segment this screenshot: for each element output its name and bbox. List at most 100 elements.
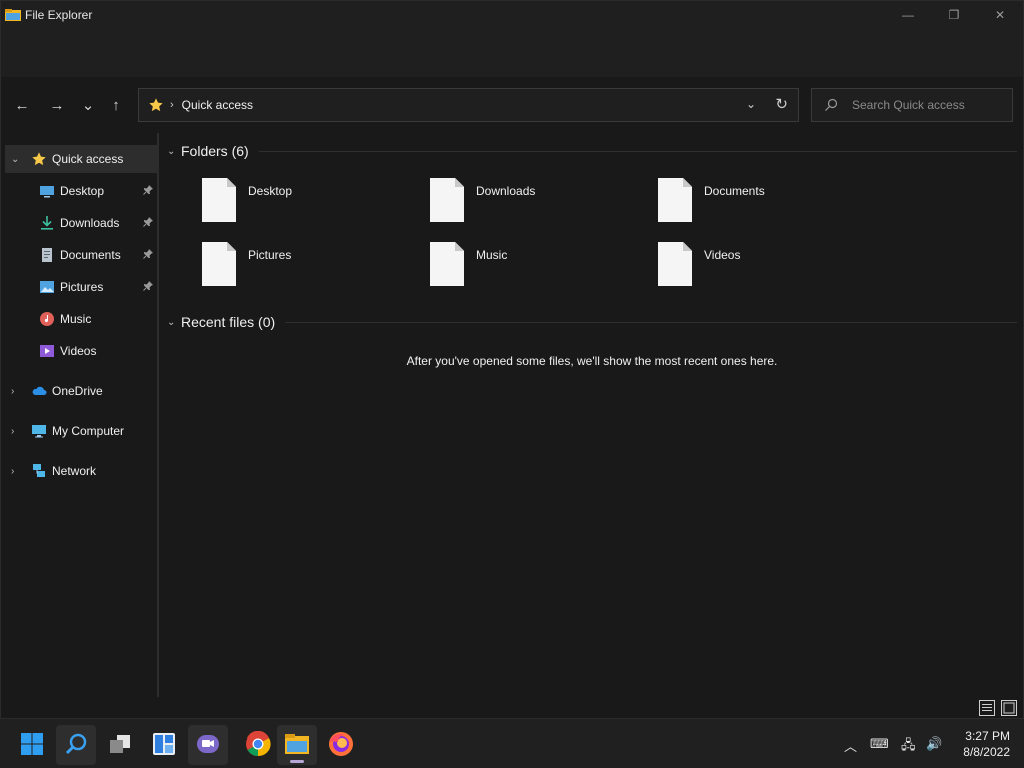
- title-bar[interactable]: File Explorer — ❐ ✕: [1, 1, 1023, 29]
- sidebar-item-label: Pictures: [60, 280, 104, 294]
- chat-button[interactable]: [188, 725, 228, 765]
- sidebar-item-label: Downloads: [60, 216, 120, 230]
- minimize-button[interactable]: —: [885, 1, 931, 29]
- clock-time: 3:27 PM: [965, 729, 1010, 743]
- recent-empty-message: After you've opened some files, we'll sh…: [406, 354, 778, 368]
- sidebar-item-onedrive[interactable]: › OneDrive: [5, 377, 157, 405]
- taskbar-search-button[interactable]: [56, 725, 96, 765]
- file-explorer-button[interactable]: [277, 725, 317, 765]
- expand-chevron-icon[interactable]: ›: [11, 386, 14, 397]
- section-divider: [258, 150, 1017, 152]
- content-pane: ⌄ Folders (6) Desktop Downloads Document…: [161, 133, 1023, 697]
- recent-section-header[interactable]: ⌄ Recent files (0): [167, 314, 1017, 330]
- chat-icon: [196, 732, 220, 759]
- sidebar-item-desktop[interactable]: Desktop: [5, 177, 157, 205]
- file-explorer-icon: [5, 8, 21, 22]
- chrome-icon: [245, 730, 271, 760]
- network-status-icon[interactable]: 🖧: [901, 736, 916, 758]
- active-app-indicator: [290, 760, 304, 763]
- folders-section-header[interactable]: ⌄ Folders (6): [167, 143, 1017, 159]
- pictures-icon: [39, 279, 55, 295]
- search-box[interactable]: [811, 88, 1013, 122]
- breadcrumb-quick-access[interactable]: Quick access: [182, 98, 253, 112]
- folder-icon: [202, 242, 236, 286]
- pin-icon[interactable]: [143, 280, 153, 294]
- taskbar: ︿ ⌨ 🖧 🔊 3:27 PM 8/8/2022: [0, 718, 1024, 768]
- folder-desktop[interactable]: Desktop: [202, 178, 402, 226]
- network-icon: [31, 463, 47, 479]
- star-icon: [31, 151, 47, 167]
- refresh-icon[interactable]: ↻: [775, 95, 788, 113]
- folder-name: Downloads: [476, 184, 536, 198]
- file-explorer-icon: [284, 732, 310, 759]
- folder-name: Desktop: [248, 184, 293, 198]
- address-dropdown-icon[interactable]: ⌄: [746, 97, 756, 111]
- computer-icon: [31, 423, 47, 439]
- command-bar: [1, 29, 1023, 77]
- close-button[interactable]: ✕: [977, 1, 1023, 29]
- navigation-pane: ⌄ Quick access Desktop Downloads Documen…: [1, 133, 159, 697]
- address-bar[interactable]: › Quick access ⌄ ↻: [138, 88, 799, 122]
- sidebar-item-pictures[interactable]: Pictures: [5, 273, 157, 301]
- sidebar-item-label: Quick access: [52, 152, 124, 166]
- details-view-icon[interactable]: [979, 700, 995, 716]
- status-bar: [1, 697, 1023, 719]
- folder-downloads[interactable]: Downloads: [430, 178, 630, 226]
- collapse-chevron-icon[interactable]: ⌄: [167, 317, 181, 328]
- folder-documents[interactable]: Documents: [658, 178, 858, 226]
- sidebar-item-network[interactable]: › Network: [5, 457, 157, 485]
- task-view-button[interactable]: [100, 725, 140, 765]
- sidebar-item-videos[interactable]: Videos: [5, 337, 157, 365]
- music-icon: [39, 311, 55, 327]
- sidebar-item-label: OneDrive: [52, 384, 103, 398]
- keyboard-icon[interactable]: ⌨: [870, 736, 889, 752]
- expand-chevron-icon[interactable]: ⌄: [11, 154, 19, 165]
- widgets-icon: [152, 732, 176, 759]
- recent-locations-button[interactable]: ⌄: [77, 95, 99, 115]
- sidebar-item-music[interactable]: Music: [5, 305, 157, 333]
- task-view-icon: [108, 732, 132, 759]
- collapse-chevron-icon[interactable]: ⌄: [167, 146, 181, 157]
- show-hidden-icons-icon[interactable]: ︿: [844, 736, 857, 755]
- folder-pictures[interactable]: Pictures: [202, 242, 402, 290]
- expand-chevron-icon[interactable]: ›: [11, 426, 14, 437]
- folder-icon: [430, 242, 464, 286]
- restore-button[interactable]: ❐: [931, 1, 977, 29]
- breadcrumb-separator-icon[interactable]: ›: [170, 99, 174, 111]
- folder-music[interactable]: Music: [430, 242, 630, 290]
- pin-icon[interactable]: [143, 184, 153, 198]
- sidebar-item-label: Network: [52, 464, 97, 478]
- start-icon: [20, 732, 44, 759]
- expand-chevron-icon[interactable]: ›: [11, 466, 14, 477]
- widgets-button[interactable]: [144, 725, 184, 765]
- search-icon: [64, 732, 88, 759]
- sidebar-item-downloads[interactable]: Downloads: [5, 209, 157, 237]
- section-divider: [285, 321, 1017, 323]
- folder-name: Pictures: [248, 248, 292, 262]
- start-button[interactable]: [12, 725, 52, 765]
- firefox-icon: [328, 731, 354, 760]
- download-icon: [39, 215, 55, 231]
- folder-name: Documents: [704, 184, 765, 198]
- sidebar-item-label: Desktop: [60, 184, 105, 198]
- sidebar-item-documents[interactable]: Documents: [5, 241, 157, 269]
- pin-icon[interactable]: [143, 216, 153, 230]
- videos-icon: [39, 343, 55, 359]
- search-input[interactable]: [852, 98, 1012, 112]
- window-title: File Explorer: [25, 8, 93, 22]
- forward-button[interactable]: →: [46, 95, 68, 115]
- desktop-icon: [39, 183, 55, 199]
- recent-header-label: Recent files (0): [181, 314, 276, 330]
- sidebar-item-my-computer[interactable]: › My Computer: [5, 417, 157, 445]
- volume-icon[interactable]: 🔊: [926, 736, 942, 752]
- clock[interactable]: 3:27 PM 8/8/2022: [963, 728, 1010, 760]
- sidebar-item-quick-access[interactable]: ⌄ Quick access: [5, 145, 157, 173]
- sidebar-item-label: Videos: [60, 344, 97, 358]
- up-button[interactable]: ↑: [105, 95, 127, 115]
- firefox-button[interactable]: [321, 725, 361, 765]
- chrome-button[interactable]: [238, 725, 278, 765]
- large-icons-view-icon[interactable]: [1001, 700, 1017, 716]
- back-button[interactable]: ←: [11, 95, 33, 115]
- pin-icon[interactable]: [143, 248, 153, 262]
- folder-videos[interactable]: Videos: [658, 242, 858, 290]
